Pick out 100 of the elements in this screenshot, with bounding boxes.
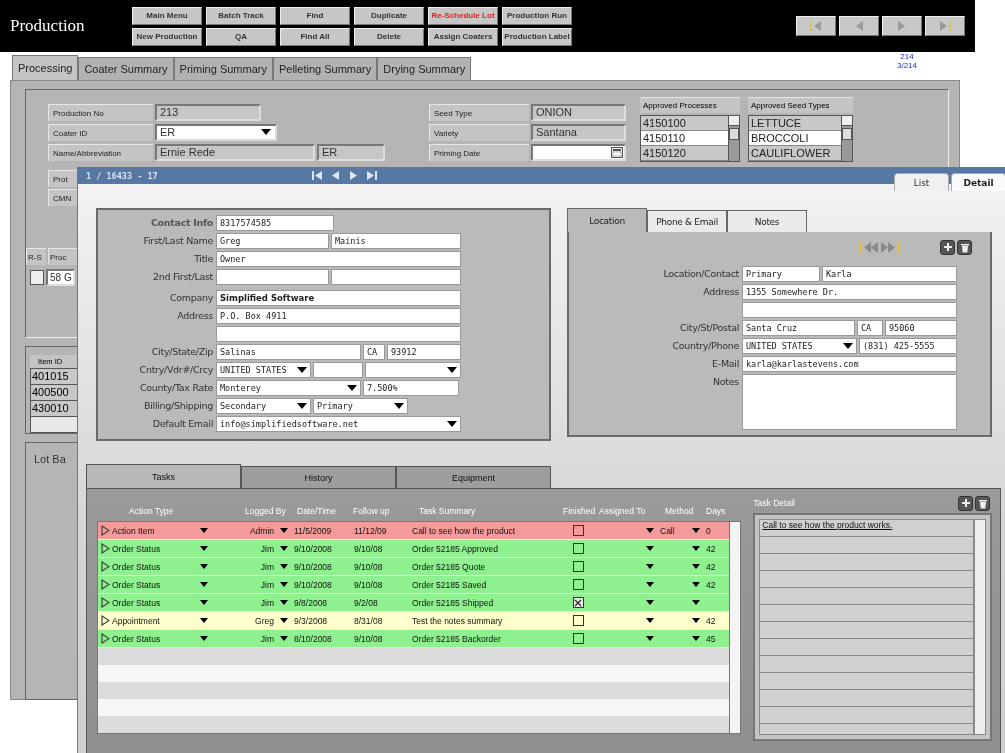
text-field[interactable]: Ernie Rede xyxy=(155,143,315,161)
checkbox[interactable] xyxy=(572,579,584,590)
toolbar-button[interactable]: Production Label xyxy=(502,27,572,46)
text-field[interactable] xyxy=(331,269,461,285)
dropdown-field[interactable]: ER xyxy=(155,123,277,141)
delete-button[interactable] xyxy=(975,495,990,511)
list-item[interactable]: 4150100 xyxy=(641,116,728,131)
table-row[interactable]: Action Item Admin 11/5/2009 11/12/09 Call to see how the product Call 0 xyxy=(98,522,730,540)
add-button[interactable] xyxy=(940,239,955,255)
tab[interactable]: Location xyxy=(567,208,647,232)
text-field[interactable]: Owner xyxy=(216,251,461,267)
tab[interactable]: Phone & Email xyxy=(647,210,727,232)
text-field[interactable]: 8317574585 xyxy=(216,215,334,231)
scrollbar[interactable] xyxy=(974,519,986,735)
list-item[interactable]: CAULIFLOWER xyxy=(749,146,841,161)
list-item[interactable]: 4150120 xyxy=(641,146,728,161)
toolbar-button[interactable]: Duplicate xyxy=(354,6,424,25)
dropdown-cell[interactable]: Order Status xyxy=(112,630,212,647)
checkbox[interactable] xyxy=(572,633,584,644)
triangle-icon[interactable] xyxy=(101,543,110,554)
text-field[interactable]: Karla xyxy=(822,266,957,282)
dropdown-cell[interactable]: Jim xyxy=(212,576,292,593)
text-field[interactable]: Simplified Software xyxy=(216,290,461,306)
toolbar-button[interactable]: QA xyxy=(206,27,276,46)
dropdown-cell[interactable]: Greg xyxy=(212,612,292,629)
dropdown-field[interactable]: UNITED STATES xyxy=(742,338,857,354)
dropdown-field[interactable]: UNITED STATES xyxy=(216,362,311,378)
table-row[interactable]: Appointment Greg 9/3/2008 8/31/08 Test the notes summary 42 xyxy=(98,612,730,630)
toolbar-button[interactable]: New Production xyxy=(132,27,202,46)
text-field[interactable]: 58 G xyxy=(46,269,75,286)
triangle-icon[interactable] xyxy=(101,525,110,536)
toolbar-button[interactable]: Find All xyxy=(280,27,350,46)
text-field[interactable]: P.O. Box 4911 xyxy=(216,308,461,324)
dropdown-field[interactable]: info@simplifiedsoftware.net xyxy=(216,416,461,432)
last-record-button[interactable] xyxy=(925,16,965,36)
notes-field[interactable] xyxy=(742,374,957,430)
dropdown-cell[interactable]: Order Status xyxy=(112,594,212,611)
triangle-icon[interactable] xyxy=(101,597,110,608)
checkbox[interactable] xyxy=(572,561,584,572)
add-button[interactable] xyxy=(958,495,973,511)
text-field[interactable]: (831) 425-5555 xyxy=(859,338,957,354)
text-field[interactable]: 7.500% xyxy=(363,380,459,396)
checkbox[interactable] xyxy=(572,615,584,626)
text-field[interactable] xyxy=(742,302,957,318)
checkbox[interactable] xyxy=(572,543,584,554)
triangle-icon[interactable] xyxy=(101,615,110,626)
text-field[interactable]: Greg xyxy=(216,233,329,249)
text-field[interactable]: 95060 xyxy=(885,320,957,336)
text-field[interactable]: Mainis xyxy=(331,233,461,249)
text-field[interactable]: Santa Cruz xyxy=(742,320,855,336)
right-arrow-bar-icon[interactable] xyxy=(365,170,378,181)
bar-left-arrow-icon[interactable] xyxy=(311,170,324,181)
triangle-icon[interactable] xyxy=(101,633,110,644)
text-field[interactable]: CA xyxy=(857,320,883,336)
scrollbar[interactable] xyxy=(728,116,739,161)
toolbar-button[interactable]: Assign Coaters xyxy=(428,27,498,46)
scrollbar[interactable] xyxy=(729,522,741,733)
table-row[interactable]: Order Status Jim 8/10/2008 9/10/08 Order 52185 Backorder 45 xyxy=(98,630,730,648)
checkbox[interactable] xyxy=(30,270,44,285)
tab[interactable]: Tasks xyxy=(86,464,241,488)
toolbar-button[interactable]: Find xyxy=(280,6,350,25)
view-tab[interactable]: List xyxy=(894,173,949,191)
text-field[interactable]: 93912 xyxy=(387,344,461,360)
triangle-icon[interactable] xyxy=(101,579,110,590)
tab[interactable]: History xyxy=(241,466,396,488)
text-field[interactable] xyxy=(216,326,461,342)
dropdown-cell[interactable]: Jim xyxy=(212,540,292,557)
table-row[interactable]: Order Status Jim 9/8/2008 9/2/08 Order 52185 Shipped xyxy=(98,594,730,612)
text-field[interactable]: Santana xyxy=(531,123,626,141)
dropdown-cell[interactable]: Action Item xyxy=(112,522,212,539)
text-field[interactable] xyxy=(313,362,363,378)
list-item[interactable]: 4150110 xyxy=(641,131,728,146)
text-field[interactable]: Primary xyxy=(742,266,820,282)
checkbox[interactable] xyxy=(572,597,584,608)
dropdown-cell[interactable]: Order Status xyxy=(112,558,212,575)
triangle-icon[interactable] xyxy=(101,561,110,572)
table-row[interactable]: Order Status Jim 9/10/2008 9/10/08 Order 52185 Quote 42 xyxy=(98,558,730,576)
dropdown-cell[interactable]: Jim xyxy=(212,558,292,575)
table-row[interactable]: Order Status Jim 9/10/2008 9/10/08 Order 52185 Saved 42 xyxy=(98,576,730,594)
tab[interactable]: Coater Summary xyxy=(78,57,174,80)
text-field[interactable]: 1355 Somewhere Dr. xyxy=(742,284,957,300)
right-arrow-icon[interactable] xyxy=(347,170,360,181)
tab[interactable]: Drying Summary xyxy=(377,57,472,80)
text-field[interactable]: ONION xyxy=(531,103,626,121)
checkbox[interactable] xyxy=(572,525,584,536)
dropdown-cell[interactable]: Call xyxy=(658,522,704,539)
text-field[interactable] xyxy=(216,269,329,285)
scrollbar[interactable] xyxy=(841,116,852,161)
tab[interactable]: Equipment xyxy=(396,466,551,488)
dropdown-field[interactable] xyxy=(365,362,461,378)
first-record-button[interactable] xyxy=(796,16,836,36)
table-row[interactable]: Order Status Jim 9/10/2008 9/10/08 Order 52185 Approved 42 xyxy=(98,540,730,558)
delete-button[interactable] xyxy=(957,239,972,255)
dropdown-cell[interactable]: Order Status xyxy=(112,576,212,593)
dropdown-cell[interactable]: Jim xyxy=(212,594,292,611)
tab[interactable]: Pelleting Summary xyxy=(272,57,378,80)
toolbar-button[interactable]: Main Menu xyxy=(132,6,202,25)
list-item[interactable]: BROCCOLI xyxy=(749,131,841,146)
tab[interactable]: Priming Summary xyxy=(173,57,273,80)
text-field[interactable]: CA xyxy=(363,344,385,360)
